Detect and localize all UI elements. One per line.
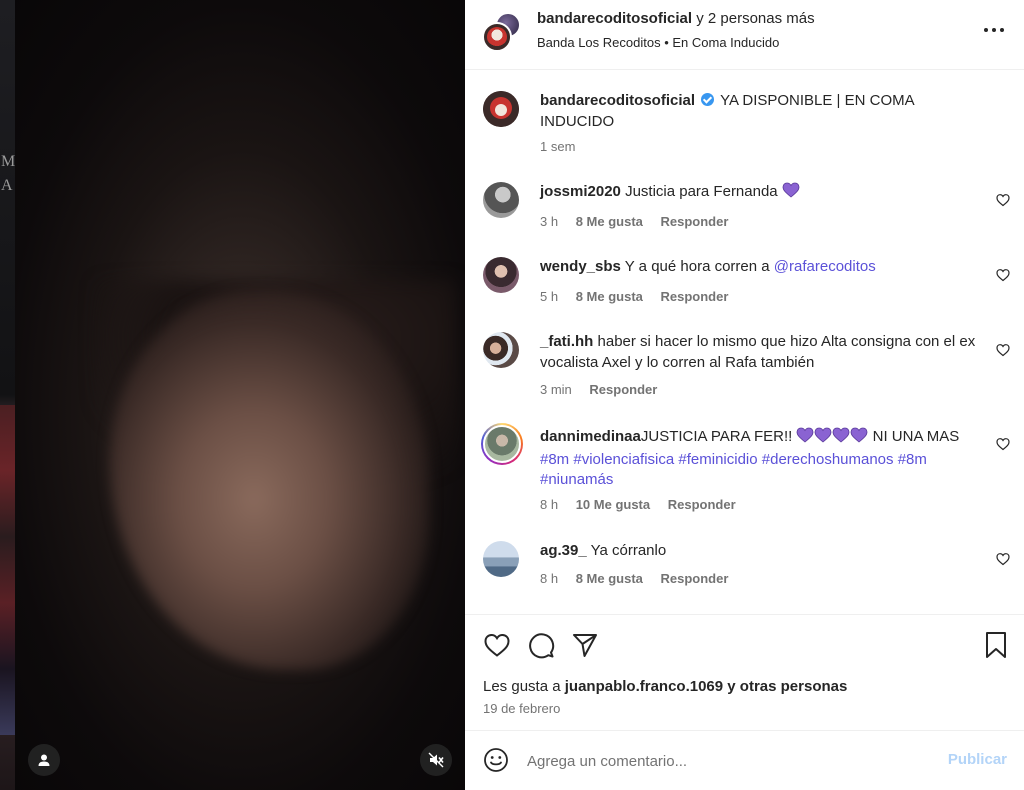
background-image-fragment	[0, 405, 15, 735]
comment-text: _fati.hh haber si hacer lo mismo que hiz…	[540, 332, 980, 373]
avatar	[482, 22, 512, 52]
comment-time[interactable]: 8 h	[540, 571, 558, 586]
purple-heart-emoji	[782, 182, 800, 205]
comment-username[interactable]: dannimedinaa	[540, 428, 641, 445]
purple-heart-emoji	[814, 427, 832, 450]
comment-icon[interactable]	[527, 631, 555, 659]
post-date[interactable]: 19 de febrero	[483, 701, 560, 716]
comment-username[interactable]: wendy_sbs	[540, 258, 621, 275]
comment-meta: 3 min Responder	[540, 382, 671, 397]
comment-body-continued: NI UNA MAS	[872, 428, 960, 445]
purple-heart-emoji	[832, 427, 850, 450]
collab-suffix[interactable]: y 2 personas más	[692, 10, 814, 27]
comment-time[interactable]: 8 h	[540, 497, 558, 512]
comment-body: Y a qué hora corren a	[624, 258, 774, 275]
comment-meta: 8 h 8 Me gusta Responder	[540, 571, 742, 586]
comment-time[interactable]: 3 h	[540, 214, 558, 229]
more-dot	[984, 28, 988, 32]
comment-body: Ya córranlo	[590, 542, 667, 559]
comment-time[interactable]: 5 h	[540, 289, 558, 304]
collab-avatars[interactable]	[482, 12, 522, 52]
comment-body: haber si hacer lo mismo que hizo Alta co…	[540, 333, 976, 371]
comment-composer: Publicar	[465, 730, 1024, 790]
hashtag-links[interactable]: #8m #violenciafisica #feminicidio #derec…	[540, 451, 927, 489]
publish-button[interactable]: Publicar	[948, 751, 1007, 768]
action-icons	[483, 631, 599, 659]
reply-button[interactable]: Responder	[661, 571, 729, 586]
comment-meta: 8 h 10 Me gusta Responder	[540, 497, 750, 512]
purple-heart-emoji	[796, 427, 814, 450]
likes-suffix[interactable]: y otras personas	[723, 678, 847, 695]
comment-time[interactable]: 3 min	[540, 382, 572, 397]
avatar[interactable]	[483, 257, 519, 293]
post-actions: Les gusta a juanpablo.franco.1069 y otra…	[465, 614, 1024, 730]
save-bookmark-icon[interactable]	[984, 631, 1008, 659]
media-face	[110, 290, 430, 670]
comment-username[interactable]: ag.39_	[540, 542, 587, 559]
comment-input[interactable]	[527, 749, 927, 773]
comment-text: dannimedinaaJUSTICIA PARA FER!! NI UNA M…	[540, 427, 980, 491]
comment-body: Justicia para Fernanda	[625, 183, 778, 200]
post-owner[interactable]: bandarecoditosoficial y 2 personas más	[537, 10, 815, 27]
reply-button[interactable]: Responder	[589, 382, 657, 397]
background-text-fragment: MA	[1, 153, 16, 194]
comment-username[interactable]: jossmi2020	[540, 183, 621, 200]
more-dot	[992, 28, 996, 32]
avatar	[483, 425, 521, 463]
mention-link[interactable]: @rafarecoditos	[774, 258, 876, 275]
comment-text: wendy_sbs Y a qué hora corren a @rafarec…	[540, 257, 980, 278]
like-comment-heart-icon[interactable]	[996, 343, 1010, 357]
comment-meta: 3 h 8 Me gusta Responder	[540, 214, 742, 229]
caption-text: bandarecoditosoficial YA DISPONIBLE | EN…	[540, 91, 980, 132]
post-header: bandarecoditosoficial y 2 personas más B…	[465, 0, 1024, 70]
audio-info[interactable]: Banda Los Recoditos • En Coma Inducido	[537, 35, 779, 50]
mute-button[interactable]	[420, 744, 452, 776]
like-comment-heart-icon[interactable]	[996, 268, 1010, 282]
like-comment-heart-icon[interactable]	[996, 437, 1010, 451]
comment-text: ag.39_ Ya córranlo	[540, 541, 980, 562]
likes-user[interactable]: juanpablo.franco.1069	[565, 678, 723, 695]
post-media[interactable]: MA	[0, 0, 465, 790]
user-icon	[38, 754, 50, 766]
tagged-users-button[interactable]	[28, 744, 60, 776]
avatar[interactable]	[483, 182, 519, 218]
comment-time[interactable]: 1 sem	[540, 139, 575, 154]
like-comment-heart-icon[interactable]	[996, 552, 1010, 566]
avatar[interactable]	[483, 332, 519, 368]
reply-button[interactable]: Responder	[661, 214, 729, 229]
background-strip: MA	[0, 0, 15, 790]
reply-button[interactable]: Responder	[661, 289, 729, 304]
comment-username[interactable]: _fati.hh	[540, 333, 593, 350]
reply-button[interactable]: Responder	[668, 497, 736, 512]
avatar-story-ring[interactable]	[481, 423, 523, 465]
purple-heart-emoji	[850, 427, 868, 450]
like-heart-icon[interactable]	[483, 631, 511, 659]
comment-body: JUSTICIA PARA FER!!	[640, 428, 793, 445]
comment-likes[interactable]: 8 Me gusta	[576, 214, 643, 229]
more-options-button[interactable]	[984, 20, 1004, 40]
emoji-picker-icon[interactable]	[483, 747, 509, 773]
comment-username[interactable]: bandarecoditosoficial	[540, 92, 695, 109]
band-logo-icon	[483, 91, 519, 127]
comment-likes[interactable]: 8 Me gusta	[576, 289, 643, 304]
caption-meta: 1 sem	[540, 139, 589, 154]
likes-prefix: Les gusta a	[483, 678, 565, 695]
avatar[interactable]	[483, 541, 519, 577]
more-dot	[1000, 28, 1004, 32]
likes-summary[interactable]: Les gusta a juanpablo.franco.1069 y otra…	[483, 678, 847, 695]
verified-badge-icon	[701, 93, 715, 106]
avatar[interactable]	[483, 91, 519, 127]
comment-meta: 5 h 8 Me gusta Responder	[540, 289, 742, 304]
share-paper-plane-icon[interactable]	[571, 631, 599, 659]
comments-list[interactable]: bandarecoditosoficial YA DISPONIBLE | EN…	[465, 71, 1024, 614]
like-comment-heart-icon[interactable]	[996, 193, 1010, 207]
comment-likes[interactable]: 8 Me gusta	[576, 571, 643, 586]
speaker-muted-icon	[428, 752, 444, 768]
comment-likes[interactable]: 10 Me gusta	[576, 497, 650, 512]
post-panel: bandarecoditosoficial y 2 personas más B…	[465, 0, 1024, 790]
owner-username[interactable]: bandarecoditosoficial	[537, 10, 692, 27]
comment-text: jossmi2020 Justicia para Fernanda	[540, 182, 980, 205]
